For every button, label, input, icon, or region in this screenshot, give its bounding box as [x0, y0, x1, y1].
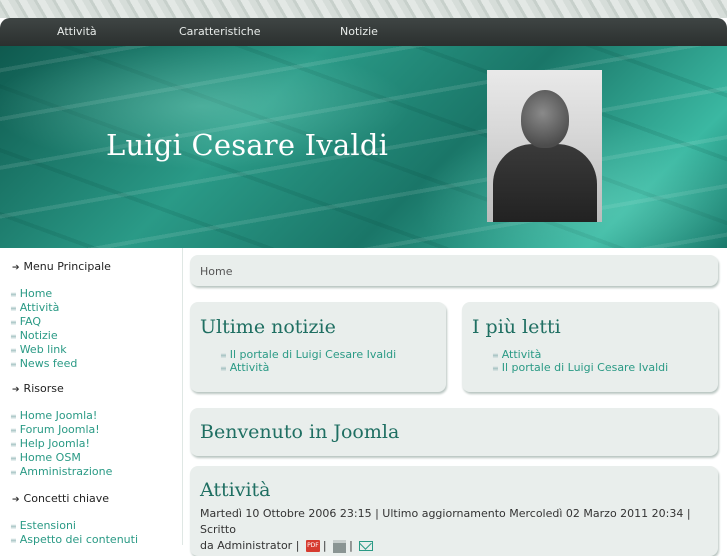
sidebar-item-home[interactable]: ≡ Home: [10, 287, 77, 301]
bullet-icon: ≡: [10, 304, 17, 313]
portrait-body: [493, 144, 597, 222]
bullet-icon: ≡: [220, 351, 227, 360]
welcome-module: Benvenuto in Joomla: [190, 408, 718, 456]
portrait-photo: [487, 70, 602, 222]
nav-item-caratteristiche[interactable]: Caratteristiche: [179, 25, 261, 38]
print-icon[interactable]: [333, 539, 347, 553]
breadcrumb-home[interactable]: Home: [200, 265, 232, 278]
bullet-icon: ≡: [10, 346, 17, 355]
list-item[interactable]: ≡ Attività: [220, 362, 396, 375]
bullet-icon: ≡: [10, 290, 17, 299]
sidebar-heading-concetti-chiave: ➔ Concetti chiave: [12, 492, 110, 505]
bullet-icon: ≡: [10, 454, 17, 463]
latest-news-module: Ultime notizie ≡ Il portale di Luigi Cesa…: [190, 302, 446, 392]
article-title[interactable]: Attività: [200, 479, 271, 501]
most-read-title: I più letti: [472, 316, 561, 338]
most-read-list: ≡ Attività ≡ Il portale di Luigi Cesare Iv…: [492, 349, 668, 375]
bullet-icon: ≡: [492, 351, 499, 360]
bullet-icon: ≡: [220, 364, 227, 373]
bullet-icon: ≡: [10, 360, 17, 369]
sidebar-item-forum-joomla[interactable]: ≡ Forum Joomla!: [10, 423, 112, 437]
arrow-right-icon: ➔: [12, 495, 20, 505]
sidebar-item-attivita[interactable]: ≡ Attività: [10, 301, 77, 315]
sidebar-list-menu-principale: ≡ Home ≡ Attività ≡ FAQ ≡ Notizie ≡ Web link …: [10, 287, 77, 371]
bullet-icon: ≡: [10, 440, 17, 449]
welcome-title: Benvenuto in Joomla: [200, 421, 400, 443]
site-title: Luigi Cesare Ivaldi: [106, 128, 389, 162]
bullet-icon: ≡: [10, 318, 17, 327]
bullet-icon: ≡: [492, 364, 499, 373]
site-header: Luigi Cesare Ivaldi: [0, 46, 727, 248]
sidebar-item-home-joomla[interactable]: ≡ Home Joomla!: [10, 409, 112, 423]
bullet-icon: ≡: [10, 412, 17, 421]
sidebar-item-faq[interactable]: ≡ FAQ: [10, 315, 77, 329]
bullet-icon: ≡: [10, 468, 17, 477]
list-item[interactable]: ≡ Il portale di Luigi Cesare Ivaldi: [492, 362, 668, 375]
sidebar-item-notizie[interactable]: ≡ Notizie: [10, 329, 77, 343]
email-icon[interactable]: [359, 541, 374, 551]
most-read-module: I più letti ≡ Attività ≡ Il portale di Lui…: [462, 302, 718, 392]
pdf-icon[interactable]: PDF: [305, 540, 320, 552]
main-nav: Attività Caratteristiche Notizie: [0, 18, 727, 46]
bullet-icon: ≡: [10, 426, 17, 435]
nav-item-attivita[interactable]: Attività: [57, 25, 97, 38]
article-meta-line2: da Administrator | PDF | |: [200, 538, 700, 554]
bullet-icon: ≡: [10, 536, 17, 545]
portrait-head: [521, 90, 569, 148]
sidebar-item-home-osm[interactable]: ≡ Home OSM: [10, 451, 112, 465]
article-meta-line1: Martedì 10 Ottobre 2006 23:15 | Ultimo a…: [200, 507, 691, 536]
bullet-icon: ≡: [10, 522, 17, 531]
article-module: Attività Martedì 10 Ottobre 2006 23:15 |…: [190, 466, 718, 556]
top-pattern-strip: [0, 0, 727, 18]
bullet-icon: ≡: [10, 332, 17, 341]
arrow-right-icon: ➔: [12, 385, 20, 395]
article-meta: Martedì 10 Ottobre 2006 23:15 | Ultimo a…: [200, 506, 700, 554]
sidebar-heading-risorse: ➔ Risorse: [12, 382, 64, 395]
latest-news-title: Ultime notizie: [200, 316, 336, 338]
sidebar: ➔ Menu Principale ≡ Home ≡ Attività ≡ FAQ ≡ N…: [0, 248, 183, 547]
arrow-right-icon: ➔: [12, 263, 20, 273]
latest-news-list: ≡ Il portale di Luigi Cesare Ivaldi ≡ Atti…: [220, 349, 396, 375]
sidebar-item-web-link[interactable]: ≡ Web link: [10, 343, 77, 357]
sidebar-item-help-joomla[interactable]: ≡ Help Joomla!: [10, 437, 112, 451]
nav-item-notizie[interactable]: Notizie: [340, 25, 378, 38]
sidebar-item-amministrazione[interactable]: ≡ Amministrazione: [10, 465, 112, 479]
sidebar-heading-menu-principale: ➔ Menu Principale: [12, 260, 111, 273]
sidebar-list-risorse: ≡ Home Joomla! ≡ Forum Joomla! ≡ Help Jooml…: [10, 409, 112, 479]
breadcrumb: Home: [190, 255, 718, 286]
sidebar-item-news-feed[interactable]: ≡ News feed: [10, 357, 77, 371]
sidebar-list-concetti-chiave: ≡ Estensioni ≡ Aspetto dei contenuti: [10, 519, 138, 547]
sidebar-item-estensioni[interactable]: ≡ Estensioni: [10, 519, 138, 533]
